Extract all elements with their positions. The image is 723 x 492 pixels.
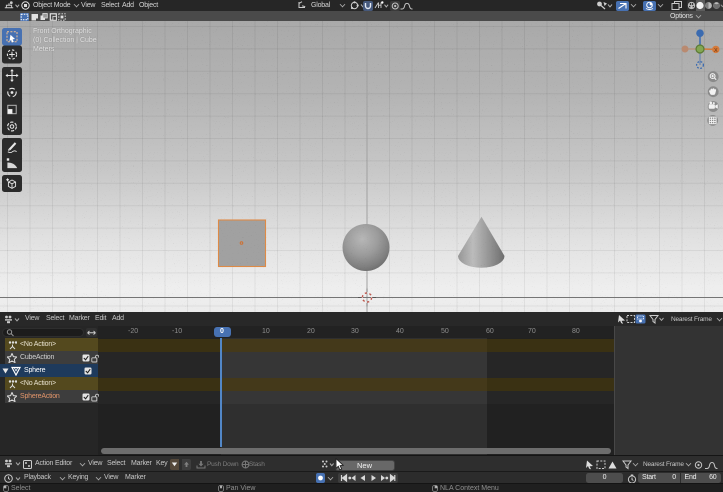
svg-text:X: X	[714, 48, 718, 54]
